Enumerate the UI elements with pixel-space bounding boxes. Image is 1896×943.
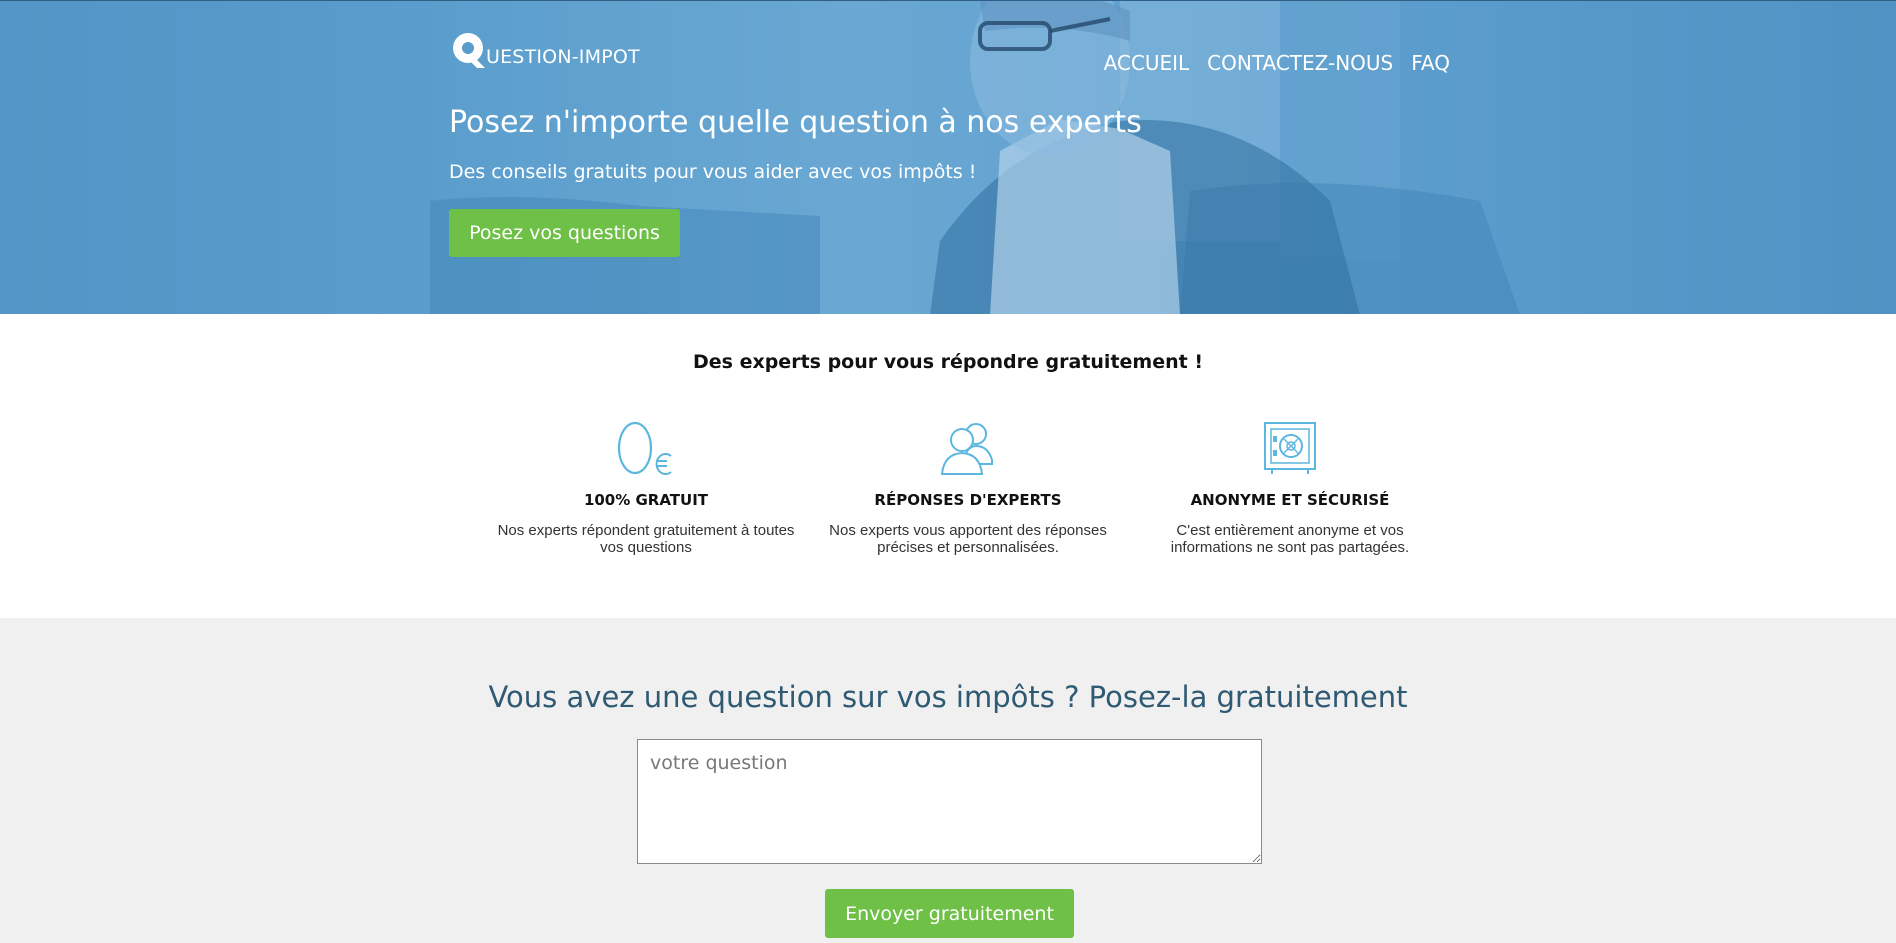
safe-icon <box>1264 422 1316 474</box>
feature-heading: 100% GRATUIT <box>583 491 709 509</box>
hero-content: UESTION-IMPOT ACCUEIL CONTACTEZ-NOUS FAQ… <box>449 1 1450 314</box>
features-title: Des experts pour vous répondre gratuitem… <box>692 351 1203 373</box>
question-textarea[interactable] <box>637 739 1262 864</box>
feature-heading: ANONYME ET SÉCURISÉ <box>1190 491 1390 509</box>
logo-text: UESTION-IMPOT <box>486 46 640 68</box>
send-free-button[interactable]: Envoyer gratuitement <box>825 889 1074 938</box>
feature-text: Nos experts vous apportent des réponses … <box>829 522 1107 556</box>
zero-euro-icon <box>617 421 672 475</box>
site-logo[interactable]: UESTION-IMPOT <box>449 25 640 69</box>
logo-q-icon <box>453 33 485 68</box>
main-nav: ACCUEIL CONTACTEZ-NOUS FAQ <box>1104 51 1450 75</box>
nav-item-faq[interactable]: FAQ <box>1411 51 1450 75</box>
experts-icon <box>940 423 993 475</box>
ask-questions-button[interactable]: Posez vos questions <box>449 209 680 257</box>
nav-item-contact[interactable]: CONTACTEZ-NOUS <box>1207 51 1393 75</box>
ask-title: Vous avez une question sur vos impôts ? … <box>488 680 1408 714</box>
feature-free: 100% GRATUIT Nos experts répondent gratu… <box>496 420 796 556</box>
hero-title: Posez n'importe quelle question à nos ex… <box>449 105 1142 140</box>
feature-text: Nos experts répondent gratuitement à tou… <box>497 522 795 556</box>
nav-item-accueil[interactable]: ACCUEIL <box>1104 51 1190 75</box>
feature-text: C'est entièrement anonyme et vos informa… <box>1170 522 1410 556</box>
hero-subtitle: Des conseils gratuits pour vous aider av… <box>449 161 977 183</box>
ask-question-section: Vous avez une question sur vos impôts ? … <box>0 618 1896 943</box>
features-section: Des experts pour vous répondre gratuitem… <box>0 314 1896 618</box>
hero-banner: UESTION-IMPOT ACCUEIL CONTACTEZ-NOUS FAQ… <box>0 0 1896 314</box>
feature-experts: RÉPONSES D'EXPERTS Nos experts vous appo… <box>818 420 1118 556</box>
feature-secure: ANONYME ET SÉCURISÉ C'est entièrement an… <box>1140 420 1440 556</box>
feature-heading: RÉPONSES D'EXPERTS <box>874 491 1062 509</box>
